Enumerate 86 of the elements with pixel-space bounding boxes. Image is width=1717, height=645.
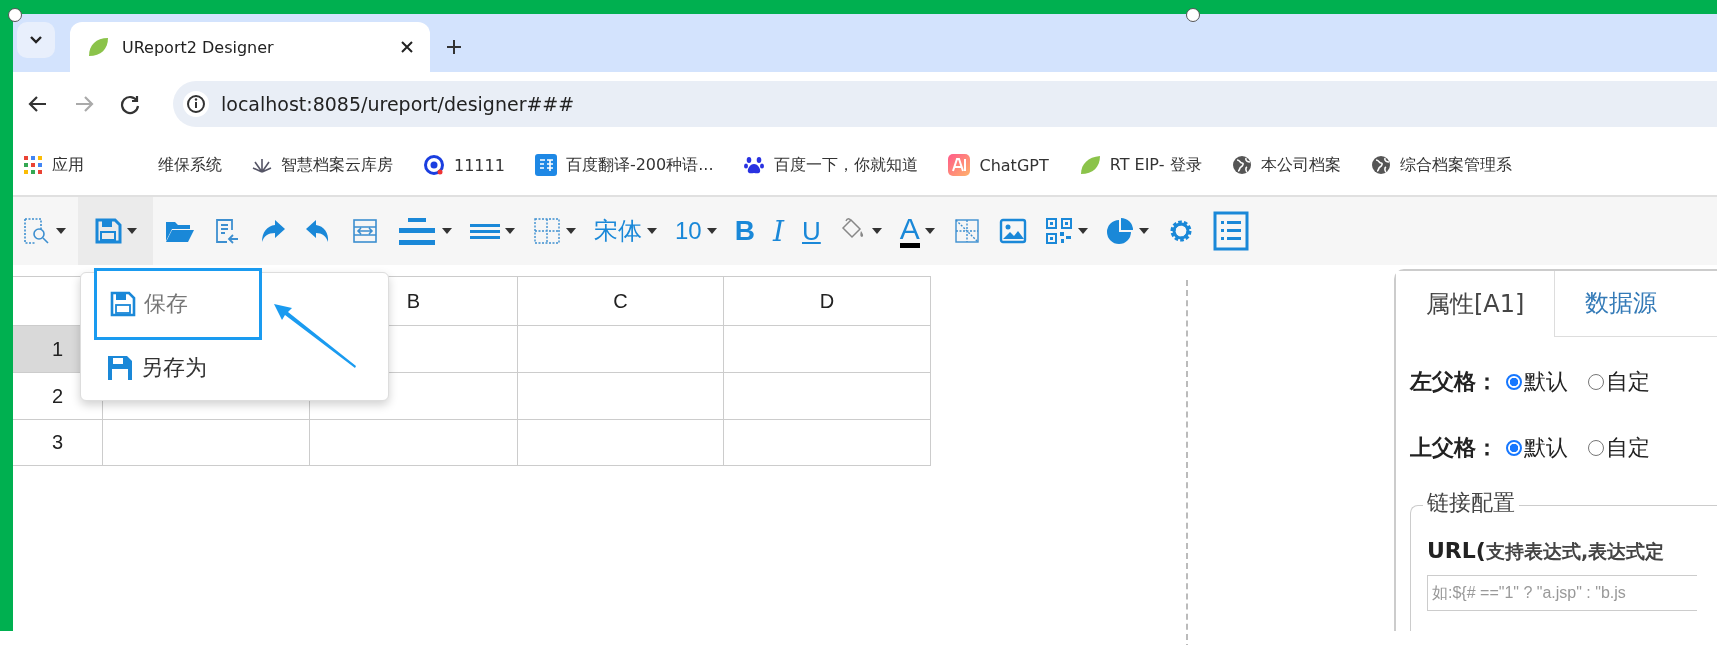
url-input-field[interactable]: 如:${# =="1" ? "a.jsp" : "b.js <box>1427 574 1697 611</box>
toolbar-button[interactable]: A <box>893 197 941 265</box>
apps-grid-icon <box>23 155 43 175</box>
leaf-icon <box>1078 154 1101 176</box>
table-cell[interactable] <box>518 373 724 420</box>
ring-icon <box>423 154 445 176</box>
table-cell[interactable] <box>724 373 931 420</box>
bookmark[interactable]: 智慧档案云库房 <box>252 154 393 176</box>
bookmark[interactable]: RT EIP- 登录 <box>1078 154 1202 176</box>
globe-icon <box>1231 155 1252 175</box>
bookmark-label: ChatGPT <box>979 155 1049 175</box>
table-cell[interactable] <box>518 326 724 373</box>
bookmark[interactable]: 本公司档案 <box>1231 154 1341 176</box>
bookmark-label: RT EIP- 登录 <box>1109 154 1202 176</box>
radio-button[interactable] <box>1506 373 1522 390</box>
panel-tab[interactable]: 属性[A1] <box>1396 271 1556 337</box>
row-header[interactable]: 3 <box>13 420 103 466</box>
toolbar-label: U <box>802 215 821 247</box>
radio-label: 自定 <box>1606 367 1650 396</box>
bookmark-label: 综合档案管理系 <box>1399 154 1512 176</box>
bookmark-label: 本公司档案 <box>1260 154 1341 176</box>
bookmark[interactable]: 百度一下，你就知道 <box>743 154 919 176</box>
table-cell[interactable] <box>724 326 931 373</box>
borders-icon <box>533 217 561 245</box>
table-cell[interactable] <box>518 420 724 466</box>
url-text: localhost:8085/ureport/designer### <box>221 92 575 115</box>
radio-label: 自定 <box>1606 433 1650 462</box>
redo-arrow-icon <box>259 218 287 244</box>
info-icon[interactable] <box>183 90 209 117</box>
field-label: 上父格： <box>1410 433 1498 462</box>
toolbar-button[interactable]: 10 <box>669 197 723 265</box>
toolbar-label: 10 <box>675 217 702 245</box>
column-header[interactable]: D <box>724 277 931 326</box>
field-label: 左父格： <box>1410 367 1498 396</box>
document-arrow-icon <box>213 217 241 245</box>
qr-code-icon <box>1044 217 1073 245</box>
toolbar-button[interactable]: 宋体 <box>588 197 663 265</box>
toolbar-label: I <box>772 214 784 248</box>
bookmark[interactable]: 应用 <box>23 154 84 176</box>
plus-icon[interactable] <box>445 38 463 56</box>
address-bar[interactable]: localhost:8085/ureport/designer### <box>173 80 1717 127</box>
bookmark-label: 11111 <box>454 155 505 175</box>
table-cell[interactable] <box>310 420 518 466</box>
bookmark[interactable]: ChatGPT <box>948 154 1049 176</box>
tab-list-button[interactable] <box>17 22 55 58</box>
bookmark-label: 应用 <box>52 154 84 176</box>
bookmark[interactable]: 11111 <box>423 154 505 176</box>
bookmark-label: 百度翻译-200种语... <box>565 154 714 176</box>
column-header[interactable]: C <box>518 277 724 326</box>
leaf-icon <box>86 35 110 59</box>
radio-button[interactable] <box>1506 439 1522 456</box>
table-cell[interactable] <box>103 420 310 466</box>
panel-tab[interactable]: 数据源 <box>1555 271 1688 336</box>
field-label: URL(支持表达式,表达式定 <box>1427 537 1666 565</box>
align-center-icon <box>397 216 437 246</box>
tab-title: UReport2 Designer <box>122 37 275 57</box>
close-icon[interactable] <box>400 40 414 54</box>
toolbar-label: A <box>899 214 920 248</box>
browser-tab[interactable]: UReport2 Designer <box>70 22 430 72</box>
pie-chart-icon <box>1105 217 1134 245</box>
lines-icon <box>470 221 500 241</box>
merge-cells-icon <box>351 217 379 245</box>
radio-label: 默认 <box>1524 367 1568 396</box>
bookmark[interactable]: 综合档案管理系 <box>1370 154 1512 176</box>
image-icon <box>998 218 1027 244</box>
table-cell[interactable] <box>724 420 931 466</box>
translate-icon <box>534 154 557 176</box>
bookmark[interactable]: 维保系统 <box>158 154 222 176</box>
toolbar-label: B <box>734 215 755 247</box>
chevron-down-icon <box>29 35 43 45</box>
toolbar-button[interactable]: U <box>796 197 827 265</box>
app-logo-icon <box>948 154 971 176</box>
paw-icon <box>743 154 766 176</box>
menu-item[interactable]: 保存 <box>94 268 262 340</box>
radio-label: 默认 <box>1524 433 1568 462</box>
crossed-grid-icon <box>952 217 981 245</box>
toolbar-button[interactable] <box>78 197 153 265</box>
toolbar-button[interactable]: B <box>728 197 761 265</box>
bookmark-label: 智慧档案云库房 <box>281 154 393 176</box>
bookmark-label: 百度一下，你就知道 <box>774 154 919 176</box>
toolbar-label: 宋体 <box>594 216 642 246</box>
list-icon <box>1212 211 1249 251</box>
toolbar-button[interactable]: I <box>766 197 790 265</box>
bookmark[interactable]: 百度翻译-200种语... <box>534 154 714 176</box>
globe-icon <box>1370 155 1391 175</box>
preview-icon <box>21 216 51 246</box>
